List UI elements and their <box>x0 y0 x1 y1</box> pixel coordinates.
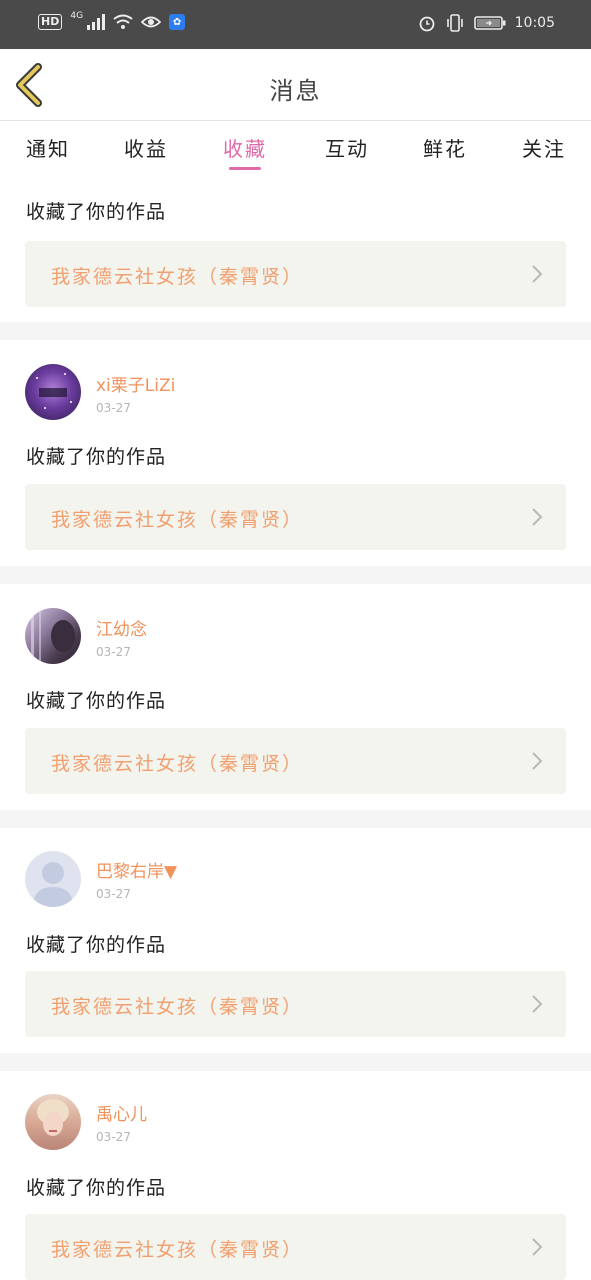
tab-notifications[interactable]: 通知 <box>26 133 70 162</box>
avatar-image <box>36 373 72 409</box>
work-title: 我家德云社女孩（秦霄贤） <box>51 753 304 775</box>
tab-following[interactable]: 关注 <box>522 133 566 162</box>
work-title: 我家德云社女孩（秦霄贤） <box>51 266 304 288</box>
clock: 10:05 <box>514 15 555 31</box>
username[interactable]: 江幼念 <box>96 615 147 640</box>
list-item: 巴黎右岸▼ 03-27 收藏了你的作品 我家德云社女孩（秦霄贤） <box>0 828 591 1054</box>
timestamp: 03-27 <box>96 401 131 415</box>
default-avatar-icon <box>33 862 73 907</box>
username[interactable]: 禹心儿 <box>96 1100 147 1125</box>
work-link[interactable]: 我家德云社女孩（秦霄贤） <box>25 728 566 794</box>
tab-flowers[interactable]: 鲜花 <box>423 133 467 162</box>
chevron-right-icon <box>532 752 543 770</box>
section-divider <box>0 566 591 584</box>
work-title: 我家德云社女孩（秦霄贤） <box>51 1239 304 1261</box>
work-link[interactable]: 我家德云社女孩（秦霄贤） <box>25 484 566 550</box>
work-link[interactable]: 我家德云社女孩（秦霄贤） <box>25 1214 566 1280</box>
timestamp: 03-27 <box>96 887 131 901</box>
vibrate-icon <box>446 14 463 32</box>
tab-bar: 通知 收益 收藏 互动 鲜花 关注 <box>0 121 591 175</box>
wifi-icon <box>113 14 133 29</box>
avatar[interactable] <box>25 1094 81 1150</box>
signal-icon <box>87 14 106 30</box>
action-text: 收藏了你的作品 <box>26 201 167 223</box>
avatar-image <box>37 1099 69 1136</box>
list-item: 收藏了你的作品 我家德云社女孩（秦霄贤） <box>0 175 591 322</box>
avatar[interactable] <box>25 851 81 907</box>
baidu-app-icon: ✿ <box>169 14 186 30</box>
page-title: 消息 <box>269 77 322 105</box>
section-divider <box>0 1053 591 1071</box>
section-divider <box>0 810 591 828</box>
action-text: 收藏了你的作品 <box>26 446 167 468</box>
username[interactable]: 巴黎右岸▼ <box>96 857 177 882</box>
action-text: 收藏了你的作品 <box>26 690 167 712</box>
status-left: HD 4G ✿ <box>38 11 186 30</box>
username[interactable]: xi栗子LiZi <box>96 371 175 396</box>
chevron-right-icon <box>532 508 543 526</box>
timestamp: 03-27 <box>96 1130 131 1144</box>
chevron-right-icon <box>532 265 543 283</box>
tab-interactions[interactable]: 互动 <box>325 133 369 162</box>
avatar-image <box>31 608 75 664</box>
list-item: 江幼念 03-27 收藏了你的作品 我家德云社女孩（秦霄贤） <box>0 584 591 810</box>
tab-favorites[interactable]: 收藏 <box>223 133 267 162</box>
chevron-right-icon <box>532 995 543 1013</box>
action-text: 收藏了你的作品 <box>26 934 167 956</box>
work-link[interactable]: 我家德云社女孩（秦霄贤） <box>25 971 566 1037</box>
nav-header: 消息 <box>0 49 591 120</box>
work-title: 我家德云社女孩（秦霄贤） <box>51 509 304 531</box>
network-type: 4G <box>70 11 84 21</box>
tab-earnings[interactable]: 收益 <box>124 133 168 162</box>
alarm-icon <box>419 16 435 32</box>
action-text: 收藏了你的作品 <box>26 1177 167 1199</box>
hd-badge: HD <box>38 14 63 30</box>
list-item: 禹心儿 03-27 收藏了你的作品 我家德云社女孩（秦霄贤） <box>0 1071 591 1280</box>
status-bar: HD 4G ✿ 10:05 <box>0 0 591 49</box>
list-item: xi栗子LiZi 03-27 收藏了你的作品 我家德云社女孩（秦霄贤） <box>0 340 591 566</box>
timestamp: 03-27 <box>96 645 131 659</box>
active-tab-indicator <box>229 167 261 170</box>
section-divider <box>0 322 591 340</box>
chevron-right-icon <box>532 1238 543 1256</box>
battery-icon <box>473 16 506 30</box>
work-link[interactable]: 我家德云社女孩（秦霄贤） <box>25 241 566 307</box>
avatar[interactable] <box>25 608 81 664</box>
work-title: 我家德云社女孩（秦霄贤） <box>51 996 304 1018</box>
avatar[interactable] <box>25 364 81 420</box>
status-right: 10:05 <box>418 14 555 32</box>
eye-icon <box>141 16 162 28</box>
